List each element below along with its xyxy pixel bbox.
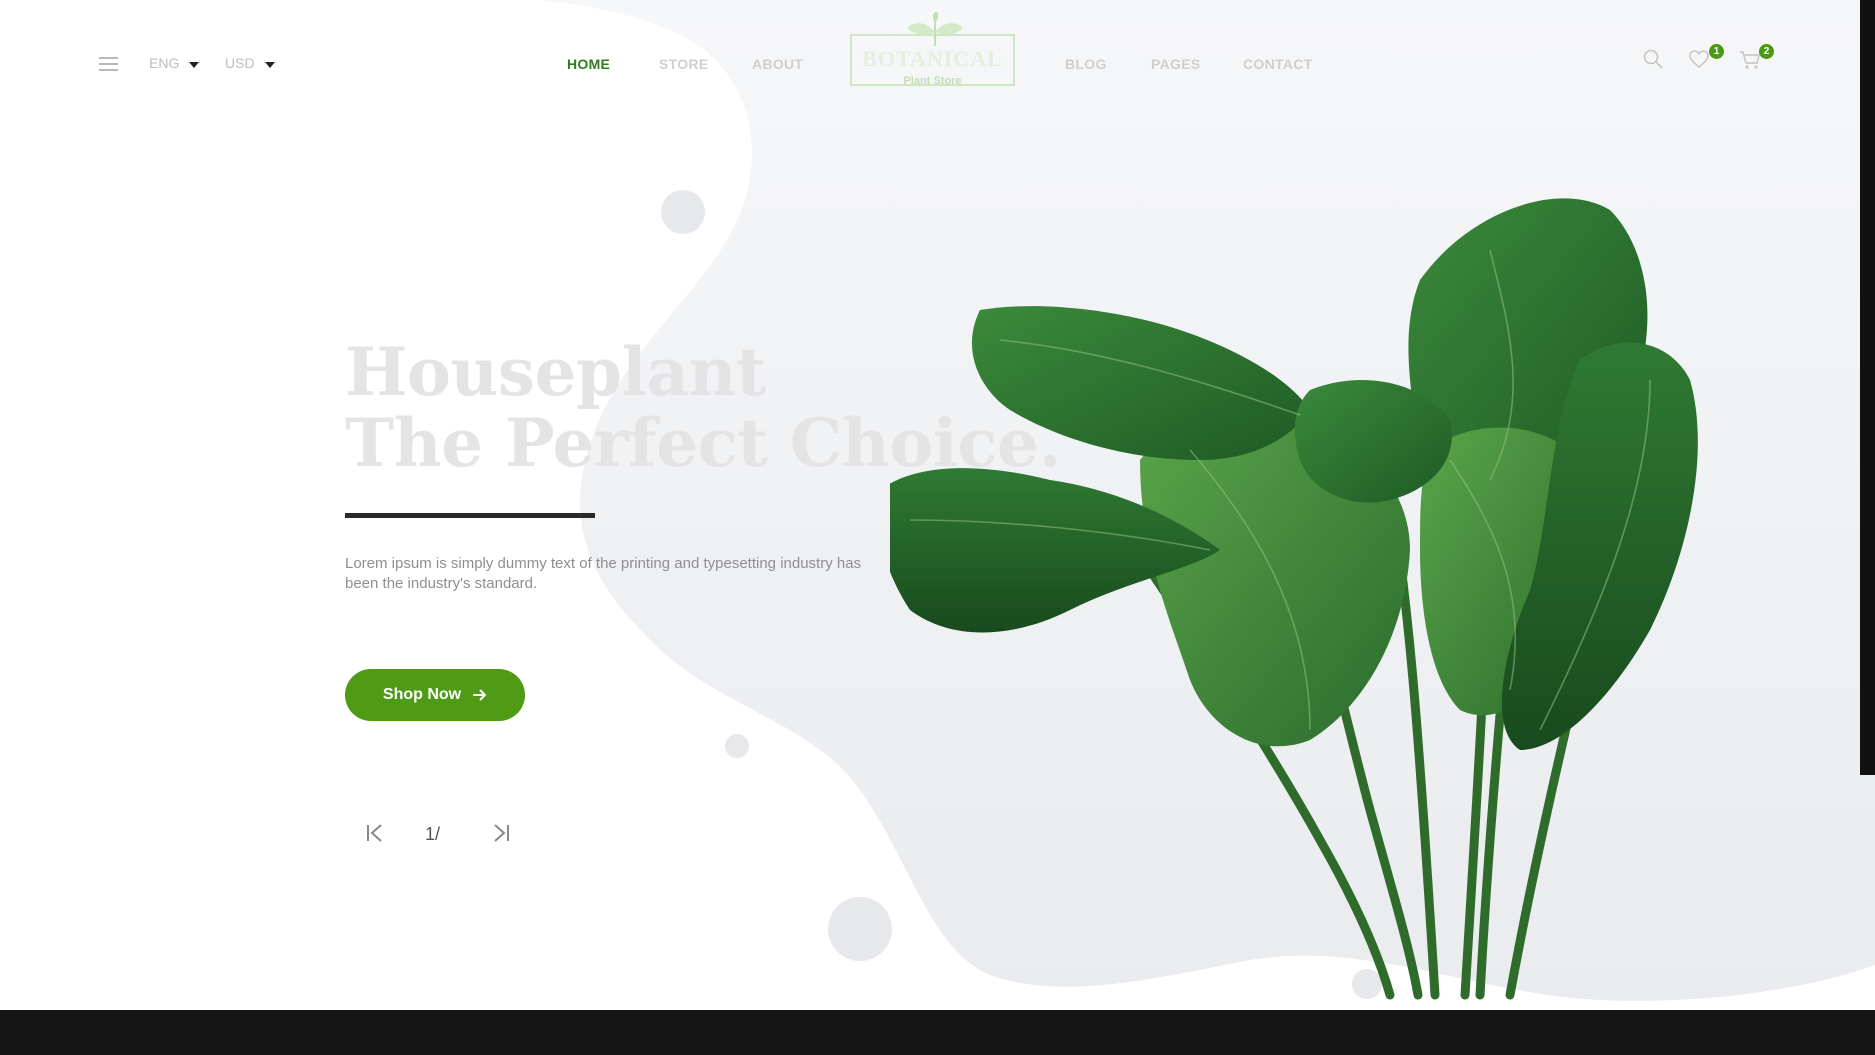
nav-pages[interactable]: PAGES [1151,56,1200,72]
hero-title: Houseplant The Perfect Choice. [345,337,1061,479]
plant-image [890,198,1698,1000]
slide-counter: 1/ [425,824,441,844]
decor-dot [828,897,892,961]
decor-dot [661,190,705,234]
chevron-down-icon [189,61,200,68]
bottom-bar [0,1010,1875,1055]
shop-now-button[interactable]: Shop Now [345,669,525,721]
search-icon[interactable] [1643,49,1663,69]
leaf-icon [907,12,963,46]
logo-wordmark: BOTANICAL [862,46,1003,71]
nav-home[interactable]: HOME [567,56,610,72]
title-underline [345,513,595,518]
hero-title-line-1: Houseplant [345,333,766,411]
shop-now-label: Shop Now [382,686,462,703]
menu-icon[interactable] [99,57,118,71]
currency-selector[interactable]: USD [225,55,275,71]
wishlist-count-badge: 1 [1709,44,1724,59]
language-label: ENG [149,55,180,71]
nav-blog[interactable]: BLOG [1065,56,1107,72]
nav-contact[interactable]: CONTACT [1243,56,1313,72]
page: ENG USD HOME STORE ABOUT BOTANICAL Plant… [0,0,1875,1055]
decor-dot [725,734,749,758]
currency-label: USD [225,55,255,71]
cart-button[interactable]: 2 [1739,44,1774,72]
language-selector[interactable]: ENG [149,55,200,71]
chevron-down-icon [264,61,275,68]
nav-about[interactable]: ABOUT [752,56,803,72]
logo[interactable]: BOTANICAL Plant Store [850,12,1015,87]
logo-tagline: Plant Store [903,75,962,87]
cart-count-badge: 2 [1759,44,1774,59]
first-slide-icon[interactable] [366,823,384,843]
nav-store[interactable]: STORE [659,56,708,72]
cart-icon [1740,51,1760,69]
heart-icon [1689,50,1709,68]
arrow-right-icon [473,689,487,701]
last-slide-icon[interactable] [492,823,510,843]
hero-title-line-2: The Perfect Choice. [345,404,1061,482]
wishlist-button[interactable]: 1 [1689,44,1724,72]
hero-description: Lorem ipsum is simply dummy text of the … [345,555,862,592]
header: ENG USD HOME STORE ABOUT BOTANICAL Plant… [0,0,1875,120]
